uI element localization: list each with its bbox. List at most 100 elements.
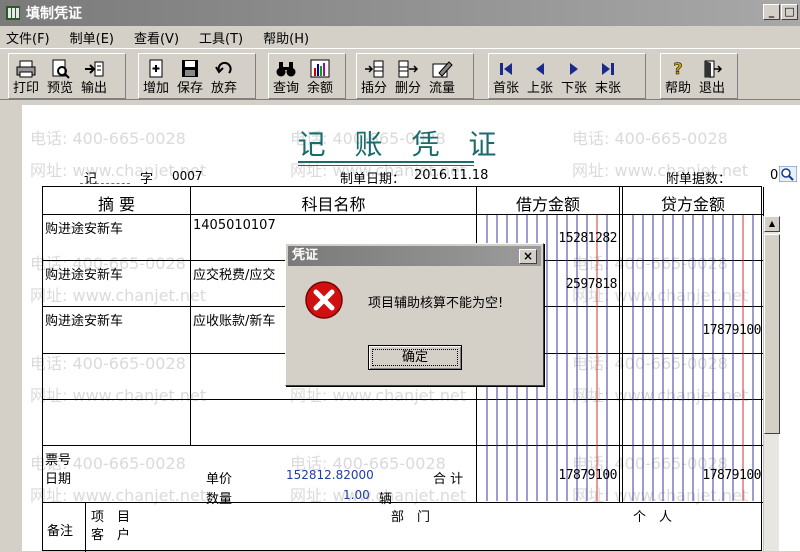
debit-total: 17879100 [558,468,617,483]
dialog-title: 凭证 [292,248,319,263]
exit-door-icon [704,60,723,78]
menu-tools[interactable]: 工具(T) [199,28,243,47]
summary-cell[interactable]: 购进途安新车 [45,218,123,237]
next-button[interactable]: 下张 [557,54,591,98]
error-icon [305,281,343,319]
first-record-icon [500,63,512,75]
voucher-number-field[interactable]: 0007 [172,169,203,183]
voucher-type-field[interactable]: 记 [84,168,97,187]
menu-file[interactable]: 文件(F) [6,28,50,47]
ticket-label: 票号 [45,453,72,468]
help-button[interactable]: ? 帮助 [661,54,695,98]
window-title: 填制凭证 [26,6,82,22]
project-label: 项 目 [91,510,131,525]
print-button[interactable]: 打印 [9,54,43,98]
next-record-icon [570,63,578,75]
error-dialog: 凭证 × 项目辅助核算不能为空! 确定 [285,243,544,386]
last-record-icon [602,63,614,75]
focus-rectangle [372,349,458,366]
credit-total: 17879100 [702,468,761,483]
date-field[interactable]: 2016.11.18 [414,168,488,183]
customer-label: 客 户 [91,528,131,543]
balance-button[interactable]: 余额 [303,54,337,98]
maximize-button[interactable]: □ [781,4,798,20]
department-label: 部 门 [391,510,431,525]
remarks-label: 备注 [47,524,74,539]
previous-record-icon [536,63,544,75]
app-icon [6,6,20,20]
printer-icon [16,60,36,78]
voucher-type-underline [80,183,130,184]
insert-row-icon [365,60,384,78]
menu-bar: 文件(F) 制单(E) 查看(V) 工具(T) 帮助(H) [0,26,800,48]
minimize-button[interactable]: _ [763,4,780,20]
help-icon: ? [673,59,683,78]
query-button[interactable]: 查询 [269,54,303,98]
last-button[interactable]: 末张 [591,54,625,98]
account-cell[interactable]: 应收账款/新车 [193,310,275,329]
debit-column-header: 借方金额 [515,195,580,214]
price-field[interactable]: 152812.82000 [286,468,374,482]
title-underline [298,165,474,166]
export-icon [85,61,104,77]
first-button[interactable]: 首张 [489,54,523,98]
bar-chart-icon [310,59,330,78]
quantity-field[interactable]: 1.00 [343,488,370,502]
menu-view[interactable]: 查看(V) [134,28,179,47]
summary-cell[interactable]: 购进途安新车 [45,310,123,329]
edit-pen-icon [432,61,453,78]
summary-cell[interactable]: 购进途安新车 [45,264,123,283]
exit-button[interactable]: 退出 [695,54,729,98]
scroll-up-arrow[interactable]: ▲ [764,216,780,232]
delete-row-icon [398,60,419,78]
credit-amount-cell[interactable]: 17879100 [623,323,761,338]
new-document-icon [149,59,163,78]
toolbar-group-navigation: 首张 上张 下张 末张 [488,53,646,99]
account-column-header: 科目名称 [301,195,366,214]
voucher-title: 记 账 凭 证 [297,128,507,161]
preview-button[interactable]: 预览 [43,54,77,98]
toolbar: 打印 预览 输出 增加 保存 放弃 查询 余额 插分 删分 流量 首张 上张 下… [0,48,800,100]
delete-entry-button[interactable]: 删分 [391,54,425,98]
quantity-label: 数量 [206,492,233,507]
undo-icon [215,61,232,74]
attach-count-field[interactable]: 0 [770,168,778,183]
account-cell[interactable]: 应交税费/应交 [193,264,275,283]
abandon-button[interactable]: 放弃 [207,54,241,98]
menu-voucher[interactable]: 制单(E) [70,28,114,47]
menu-help[interactable]: 帮助(H) [263,28,309,47]
floppy-disk-icon [182,60,198,77]
grid-scrollbar[interactable]: ▲ [763,216,780,551]
binoculars-icon [276,62,296,77]
toolbar-group-output: 打印 预览 输出 [8,53,126,99]
title-underline [298,161,474,163]
toolbar-group-edit: 增加 保存 放弃 [138,53,256,99]
watermark-phone: 电话: 400-665-0028 [572,129,728,148]
total-label: 合 计 [433,472,464,487]
ok-button[interactable]: 确定 [368,345,462,370]
prev-button[interactable]: 上张 [523,54,557,98]
toolbar-group-misc: ? 帮助 退出 [660,53,738,99]
toolbar-group-entry: 插分 删分 流量 [356,53,474,99]
watermark-phone: 电话: 400-665-0028 [30,129,186,148]
scroll-thumb[interactable] [764,234,780,434]
dialog-titlebar: 凭证 × [288,246,541,266]
add-button[interactable]: 增加 [139,54,173,98]
price-label: 单价 [206,472,233,487]
person-label: 个 人 [633,510,673,525]
save-button[interactable]: 保存 [173,54,207,98]
unit-label: 辆 [379,492,393,507]
insert-entry-button[interactable]: 插分 [357,54,391,98]
credit-column-header: 贷方金额 [660,195,725,214]
search-icon[interactable] [779,166,797,182]
flow-button[interactable]: 流量 [425,54,459,98]
window-titlebar: 填制凭证 _ □ [0,0,800,26]
account-cell[interactable]: 1405010107 [193,218,276,233]
date-label: 制单日期： [340,172,406,187]
dialog-close-button[interactable]: × [519,249,537,264]
attach-count-label: 附单据数： [666,172,732,187]
export-button[interactable]: 输出 [77,54,111,98]
svg-text:?: ? [673,59,682,78]
preview-icon [52,59,70,79]
dialog-message: 项目辅助核算不能为空! [368,296,504,311]
